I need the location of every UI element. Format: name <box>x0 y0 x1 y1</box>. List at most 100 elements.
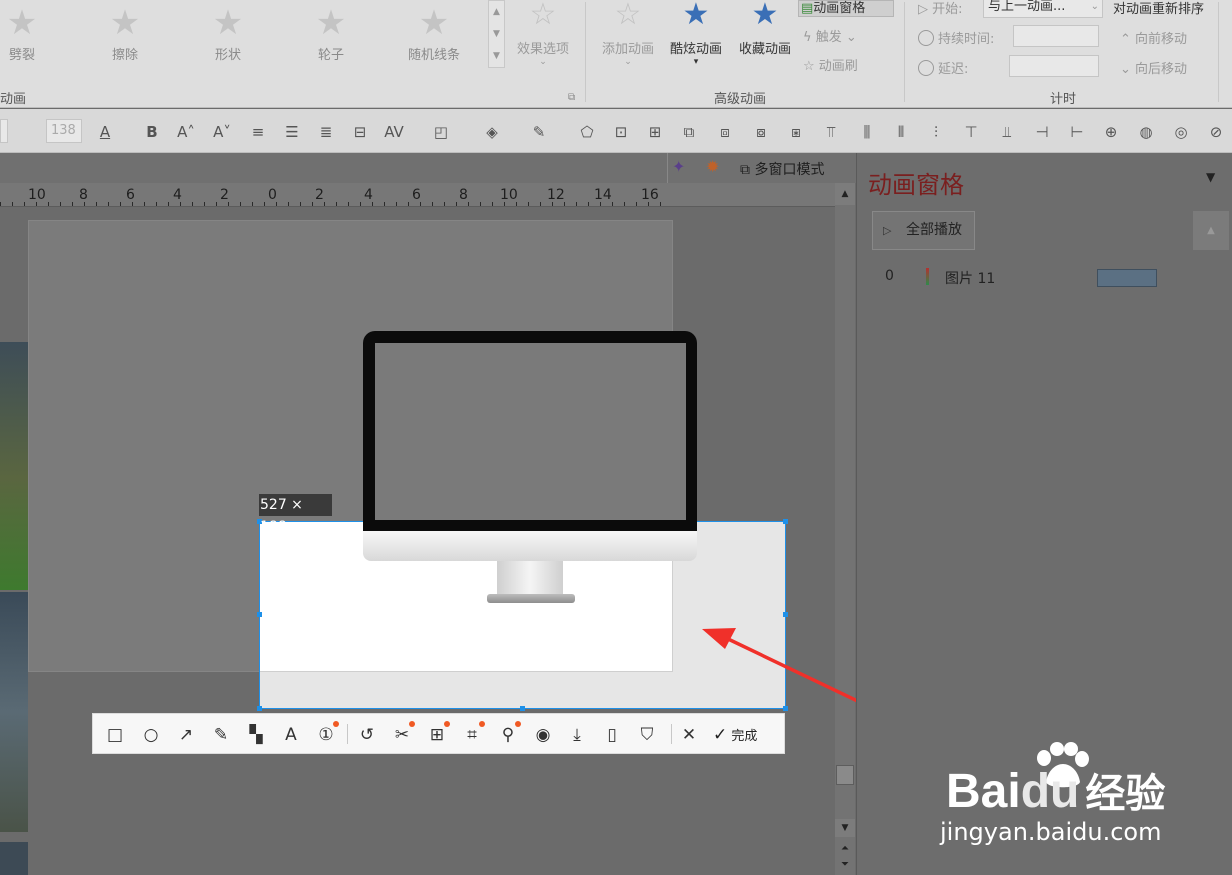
bring-forward-icon[interactable]: ⧈ <box>714 121 736 143</box>
prev-page-icon[interactable]: ⏶ <box>835 843 855 855</box>
align-left-icon[interactable]: ≣ <box>315 121 337 143</box>
move-earlier-button[interactable]: ⌃ 向前移动 <box>1120 28 1187 47</box>
effect-gallery-scroll[interactable]: ▲ ▼ ▼ <box>488 0 505 68</box>
line-spacing-icon[interactable]: ⊟ <box>349 121 371 143</box>
bookmark-icon[interactable]: ⛉ <box>635 723 659 747</box>
edit-shape-icon[interactable]: ⬠ <box>576 121 598 143</box>
effect-split[interactable]: ★ 劈裂 <box>0 0 72 70</box>
merge-combine-icon[interactable]: ◍ <box>1135 121 1157 143</box>
merge-union-icon[interactable]: ⊕ <box>1100 121 1122 143</box>
record-icon[interactable]: ◉ <box>531 723 555 747</box>
phone-icon[interactable]: ▯ <box>600 723 624 747</box>
crop-icon[interactable]: ⊡ <box>610 121 632 143</box>
resize-handle[interactable] <box>520 706 525 711</box>
fill-bucket-icon[interactable]: ◈ <box>481 121 503 143</box>
vertical-scrollbar[interactable]: ▲ ▼ ⏶ ⏷ <box>835 183 855 875</box>
effect-wipe[interactable]: ★ 擦除 <box>75 0 175 70</box>
merge-intersect-icon[interactable]: ◎ <box>1170 121 1192 143</box>
send-backward-icon[interactable]: ⧇ <box>750 121 772 143</box>
animation-pane-button[interactable]: ▤动画窗格 <box>798 0 894 17</box>
font-size-select[interactable]: 138 <box>46 119 82 143</box>
star-icon: ★ <box>682 0 710 32</box>
ocr-icon[interactable]: ⌗ <box>460 721 485 747</box>
ungroup-icon[interactable]: ⧉ <box>678 121 700 143</box>
layer-icon[interactable]: ⧆ <box>785 121 807 143</box>
divider <box>585 2 586 102</box>
bold-icon[interactable]: B <box>141 121 163 143</box>
rectangle-icon[interactable]: □ <box>103 723 127 747</box>
chart-align-icon[interactable]: ⫫ <box>996 121 1018 143</box>
resize-handle[interactable] <box>783 519 788 524</box>
dialog-launcher-icon[interactable]: ⧉ <box>568 92 575 103</box>
magic-icon[interactable]: ✦ <box>672 157 685 176</box>
text-icon[interactable]: A <box>279 723 303 747</box>
slide-thumbnail[interactable] <box>0 342 28 590</box>
number-marker-icon[interactable]: ① <box>314 721 339 747</box>
scroll-thumb[interactable] <box>836 765 854 785</box>
favorite-animation-button[interactable]: ★ 收藏动画 <box>733 0 797 57</box>
trigger-button[interactable]: ϟ 触发 ⌄ <box>803 26 857 45</box>
start-select[interactable]: 与上一动画... ⌄ <box>983 0 1103 18</box>
pin-icon[interactable]: ⚲ <box>496 721 521 747</box>
ellipse-icon[interactable]: ○ <box>139 723 163 747</box>
align-left-edge-icon[interactable]: ⊢ <box>1066 121 1088 143</box>
effect-wheel[interactable]: ★ 轮子 <box>281 0 381 70</box>
gear-icon[interactable]: ✹ <box>706 157 719 176</box>
scroll-up-icon[interactable]: ▲ <box>835 183 855 205</box>
pane-menu-chevron-icon[interactable]: ▼ <box>1206 170 1215 184</box>
resize-handle[interactable] <box>257 706 262 711</box>
resize-handle[interactable] <box>783 612 788 617</box>
cool-animation-button[interactable]: ★ 酷炫动画 ▾ <box>664 0 728 67</box>
merge-subtract-icon[interactable]: ⊘ <box>1205 121 1227 143</box>
pane-scroll-up[interactable]: ▲ <box>1193 211 1229 250</box>
distribute-h-icon[interactable]: ⦀ <box>890 121 912 143</box>
pencil-icon[interactable]: ✎ <box>209 723 233 747</box>
delay-input[interactable] <box>1009 55 1099 77</box>
align-top-icon[interactable]: ⫪ <box>820 121 842 143</box>
increase-font-icon[interactable]: A˄ <box>175 121 197 143</box>
font-name-select[interactable] <box>0 119 8 143</box>
char-spacing-icon[interactable]: AV <box>383 121 405 143</box>
new-badge <box>515 721 521 727</box>
align-justify-icon[interactable]: ☰ <box>281 121 303 143</box>
align-middle-icon[interactable]: ⫼ <box>856 121 878 143</box>
close-icon[interactable]: ✕ <box>677 723 701 747</box>
tab-strip: ✦ ✹ ⧉ 多窗口模式 <box>0 153 856 183</box>
clock-icon <box>918 60 934 76</box>
align-center-icon[interactable]: ≡ <box>247 121 269 143</box>
font-color-icon[interactable]: A <box>94 121 116 143</box>
mosaic-icon[interactable]: ▚ <box>244 723 268 747</box>
scroll-down-icon[interactable]: ▼ <box>835 819 855 837</box>
add-animation-button[interactable]: ☆ 添加动画 ⌄ <box>592 0 664 67</box>
download-icon[interactable]: ⤓ <box>565 723 589 747</box>
arrow-icon[interactable]: ↗ <box>174 723 198 747</box>
align-right-icon[interactable]: ⊣ <box>1031 121 1053 143</box>
divider <box>347 724 348 744</box>
shape-fill-icon[interactable]: ◰ <box>430 121 452 143</box>
animation-list-item[interactable]: 0 图片 11 <box>885 268 995 287</box>
move-later-button[interactable]: ⌄ 向后移动 <box>1120 58 1187 77</box>
ruler-label: 10 <box>28 187 46 203</box>
multi-window-button[interactable]: ⧉ 多窗口模式 <box>740 159 824 179</box>
align-bottom-icon[interactable]: ⊤ <box>960 121 982 143</box>
timeline-bar[interactable] <box>1097 269 1157 287</box>
effect-shape[interactable]: ★ 形状 <box>178 0 278 70</box>
effect-random-bars[interactable]: ★ 随机线条 <box>384 0 484 70</box>
group-icon[interactable]: ⊞ <box>644 121 666 143</box>
distribute-v-icon[interactable]: ⫶ <box>925 121 947 143</box>
duration-input[interactable] <box>1013 25 1099 47</box>
translate-icon[interactable]: ⊞ <box>425 721 450 747</box>
outline-pen-icon[interactable]: ✎ <box>528 121 550 143</box>
effect-options-button[interactable]: ☆ 效果选项 ⌄ <box>508 0 578 67</box>
slide-thumbnail[interactable] <box>0 592 28 832</box>
resize-handle[interactable] <box>257 612 262 617</box>
next-page-icon[interactable]: ⏷ <box>835 859 855 871</box>
slide-thumbnail[interactable] <box>0 842 28 875</box>
scissors-icon[interactable]: ✂ <box>390 721 415 747</box>
play-all-button[interactable]: ▷ 全部播放 <box>872 211 975 250</box>
undo-icon[interactable]: ↺ <box>355 723 379 747</box>
baidu-url: jingyan.baidu.com <box>940 818 1162 846</box>
reorder-title: 对动画重新排序 <box>1113 2 1205 17</box>
animation-brush-button[interactable]: ☆ 动画刷 <box>803 55 858 74</box>
decrease-font-icon[interactable]: A˅ <box>211 121 233 143</box>
